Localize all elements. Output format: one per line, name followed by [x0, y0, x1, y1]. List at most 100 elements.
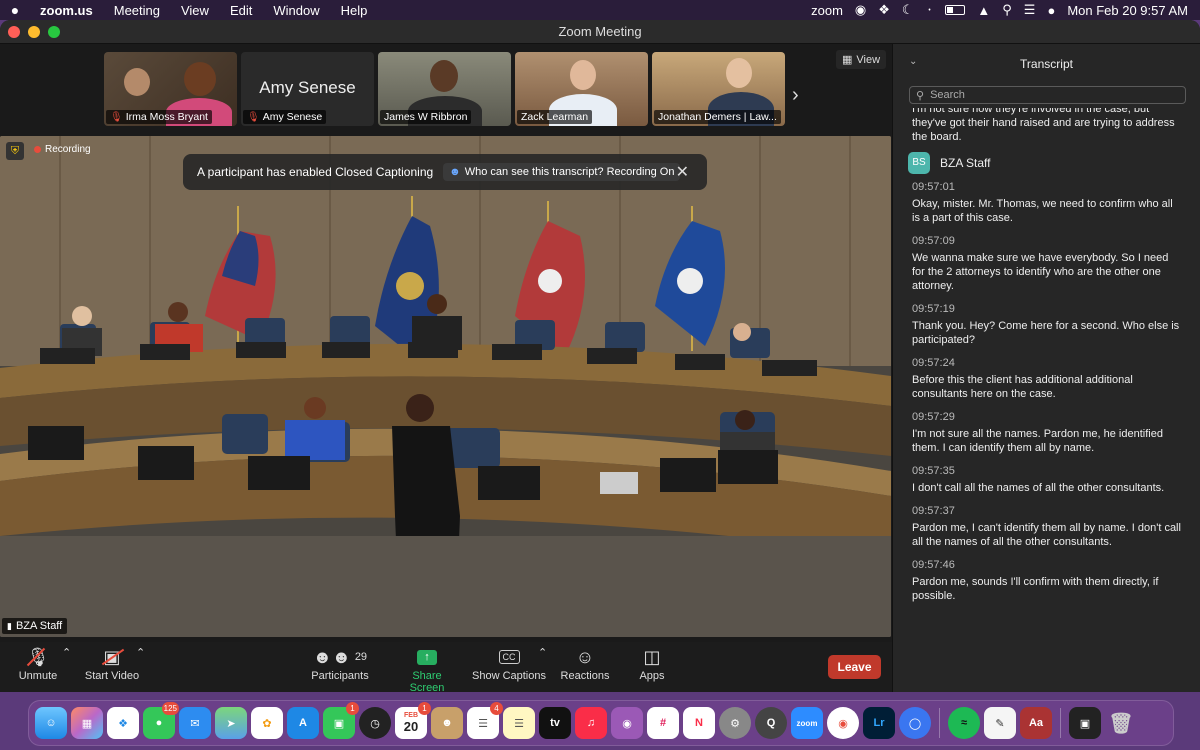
finder-icon[interactable]: ☺ [35, 707, 67, 739]
transcript-text: Before this the client has additional ad… [912, 374, 1133, 400]
app-store-icon[interactable]: A [287, 707, 319, 739]
zoom-tray-label[interactable]: zoom [811, 3, 843, 18]
participant-tile[interactable]: 🎙 Irma Moss Bryant [104, 52, 237, 126]
wifi-icon[interactable]: ▲ [977, 3, 990, 18]
dictionary-label: Aa [1028, 717, 1044, 729]
apps-button[interactable]: ◫ Apps [632, 646, 672, 683]
security-shield-icon[interactable]: ⛨ [6, 142, 24, 160]
spotlight-search-icon[interactable]: ⚲ [1002, 2, 1012, 18]
zoom-app-icon[interactable]: zoom [791, 707, 823, 739]
menu-app-name[interactable]: zoom.us [30, 3, 104, 18]
start-video-label: Start Video [84, 670, 140, 682]
chevron-down-icon[interactable]: ⌄ [909, 56, 917, 67]
menu-view[interactable]: View [171, 3, 220, 18]
reactions-button[interactable]: ☺ Reactions [560, 646, 610, 683]
audio-options-caret-icon[interactable]: ⌃ [62, 646, 71, 659]
reminders-icon[interactable]: ☰ 4 [467, 702, 503, 739]
lightroom-label: Lr [873, 717, 885, 729]
participants-label: Participants [311, 670, 369, 682]
menu-help[interactable]: Help [331, 3, 379, 18]
transcript-search-input[interactable]: ⚲ Search [909, 86, 1186, 104]
apple-tv-label: tv [550, 717, 560, 729]
video-options-caret-icon[interactable]: ⌃ [136, 646, 145, 659]
calendar-icon[interactable]: FEB 20 1 [395, 702, 431, 739]
close-icon[interactable]: ✕ [676, 162, 689, 182]
minimize-window-button[interactable] [28, 25, 40, 38]
participant-tile[interactable]: Amy Senese 🎙 Amy Senese [241, 52, 374, 126]
chrome-icon[interactable]: ◉ [827, 707, 859, 739]
siri-icon[interactable]: ● [1047, 3, 1055, 18]
view-button[interactable]: ▦ View [836, 50, 887, 69]
menu-window[interactable]: Window [263, 3, 330, 18]
textedit-icon[interactable]: ✎ [984, 707, 1016, 739]
transcript-entry: 09:57:46 Pardon me, sounds I'll confirm … [912, 558, 1182, 603]
participant-tile[interactable]: Jonathan Demers | Law... [652, 52, 785, 126]
contacts-icon[interactable]: ☻ [431, 707, 463, 739]
recording-indicator[interactable]: Recording [34, 144, 91, 155]
music-icon[interactable]: ♫ [575, 707, 607, 739]
messages-icon[interactable]: ● 125 [143, 702, 179, 739]
dropbox-icon[interactable]: ❖ [878, 2, 890, 18]
member-head [168, 302, 188, 322]
minimized-window-icon[interactable]: ▣ [1069, 707, 1101, 739]
trash-icon[interactable]: 🗑 [1105, 707, 1137, 739]
creative-cloud-icon[interactable]: ◉ [855, 2, 866, 18]
transcript-list[interactable]: I'm not sure how they're involved in the… [893, 108, 1200, 692]
apple-tv-icon[interactable]: tv [539, 707, 571, 739]
fullscreen-window-button[interactable] [48, 25, 60, 38]
mail-icon[interactable]: ✉ [179, 707, 211, 739]
slack-icon[interactable]: # [647, 707, 679, 739]
avatar: BS [908, 152, 930, 174]
menu-clock[interactable]: Mon Feb 20 9:57 AM [1067, 3, 1188, 18]
recording-dot-icon [34, 146, 41, 153]
quicktime-icon[interactable]: Q [755, 707, 787, 739]
transcript-text: I don't call all the names of all the ot… [912, 482, 1165, 494]
participant-face [726, 58, 752, 88]
participant-name: Irma Moss Bryant [125, 111, 208, 123]
participant-tile[interactable]: Zack Learman [515, 52, 648, 126]
news-icon[interactable]: N [683, 707, 715, 739]
leave-button[interactable]: Leave [828, 655, 881, 679]
transcript-visibility-label: Who can see this transcript? Recording O… [464, 166, 675, 178]
participant-face [430, 60, 458, 92]
control-center-icon[interactable]: ☰ [1024, 2, 1036, 18]
show-captions-button[interactable]: CC Show Captions [472, 646, 546, 682]
clock-icon[interactable]: ◷ [359, 707, 391, 739]
dictionary-icon[interactable]: Aa [1020, 707, 1052, 739]
battery-icon[interactable] [945, 5, 966, 15]
facetime-icon[interactable]: ▣ 1 [323, 702, 359, 739]
start-video-button[interactable]: ▣ Start Video [84, 646, 140, 683]
maps-icon[interactable]: ➤ [215, 707, 247, 739]
safari-icon[interactable]: ❖ [107, 707, 139, 739]
transcript-text: Pardon me, sounds I'll confirm with them… [912, 576, 1159, 602]
lightroom-icon[interactable]: Lr [863, 707, 895, 739]
reactions-icon: ☺ [575, 646, 595, 667]
notes-icon[interactable]: ☰ [503, 707, 535, 739]
recording-label: Recording [45, 144, 91, 155]
photos-icon[interactable]: ✿ [251, 707, 283, 739]
signal-icon[interactable]: ◯ [899, 707, 931, 739]
gallery-next-arrow-icon[interactable]: › [792, 84, 799, 107]
menu-edit[interactable]: Edit [220, 3, 263, 18]
transcript-visibility-button[interactable]: ☻ Who can see this transcript? Recording… [443, 163, 681, 181]
captions-icon: CC [472, 646, 546, 668]
carpet [0, 536, 891, 637]
share-screen-button[interactable]: ↑ Share Screen [394, 646, 460, 692]
member-head [304, 397, 326, 419]
unmute-button[interactable]: 🎙 Unmute [14, 646, 62, 683]
facetime-badge: 1 [346, 702, 359, 715]
menu-meeting[interactable]: Meeting [104, 3, 171, 18]
close-window-button[interactable] [8, 25, 20, 38]
member-head [427, 294, 447, 314]
captions-options-caret-icon[interactable]: ⌃ [538, 646, 547, 659]
launchpad-icon[interactable]: ▦ [71, 707, 103, 739]
bluetooth-icon[interactable]: ᛫ [926, 3, 934, 18]
system-preferences-icon[interactable]: ⚙ [719, 707, 751, 739]
muted-mic-icon: 🎙 [247, 111, 260, 123]
apple-icon[interactable]: ● [0, 2, 30, 18]
moon-icon[interactable]: ☾ [902, 2, 914, 18]
participants-button[interactable]: ☻☻ 29 Participants [308, 646, 372, 683]
spotify-icon[interactable]: ≈ [948, 707, 980, 739]
podcasts-icon[interactable]: ◉ [611, 707, 643, 739]
participant-tile[interactable]: James W Ribbron [378, 52, 511, 126]
